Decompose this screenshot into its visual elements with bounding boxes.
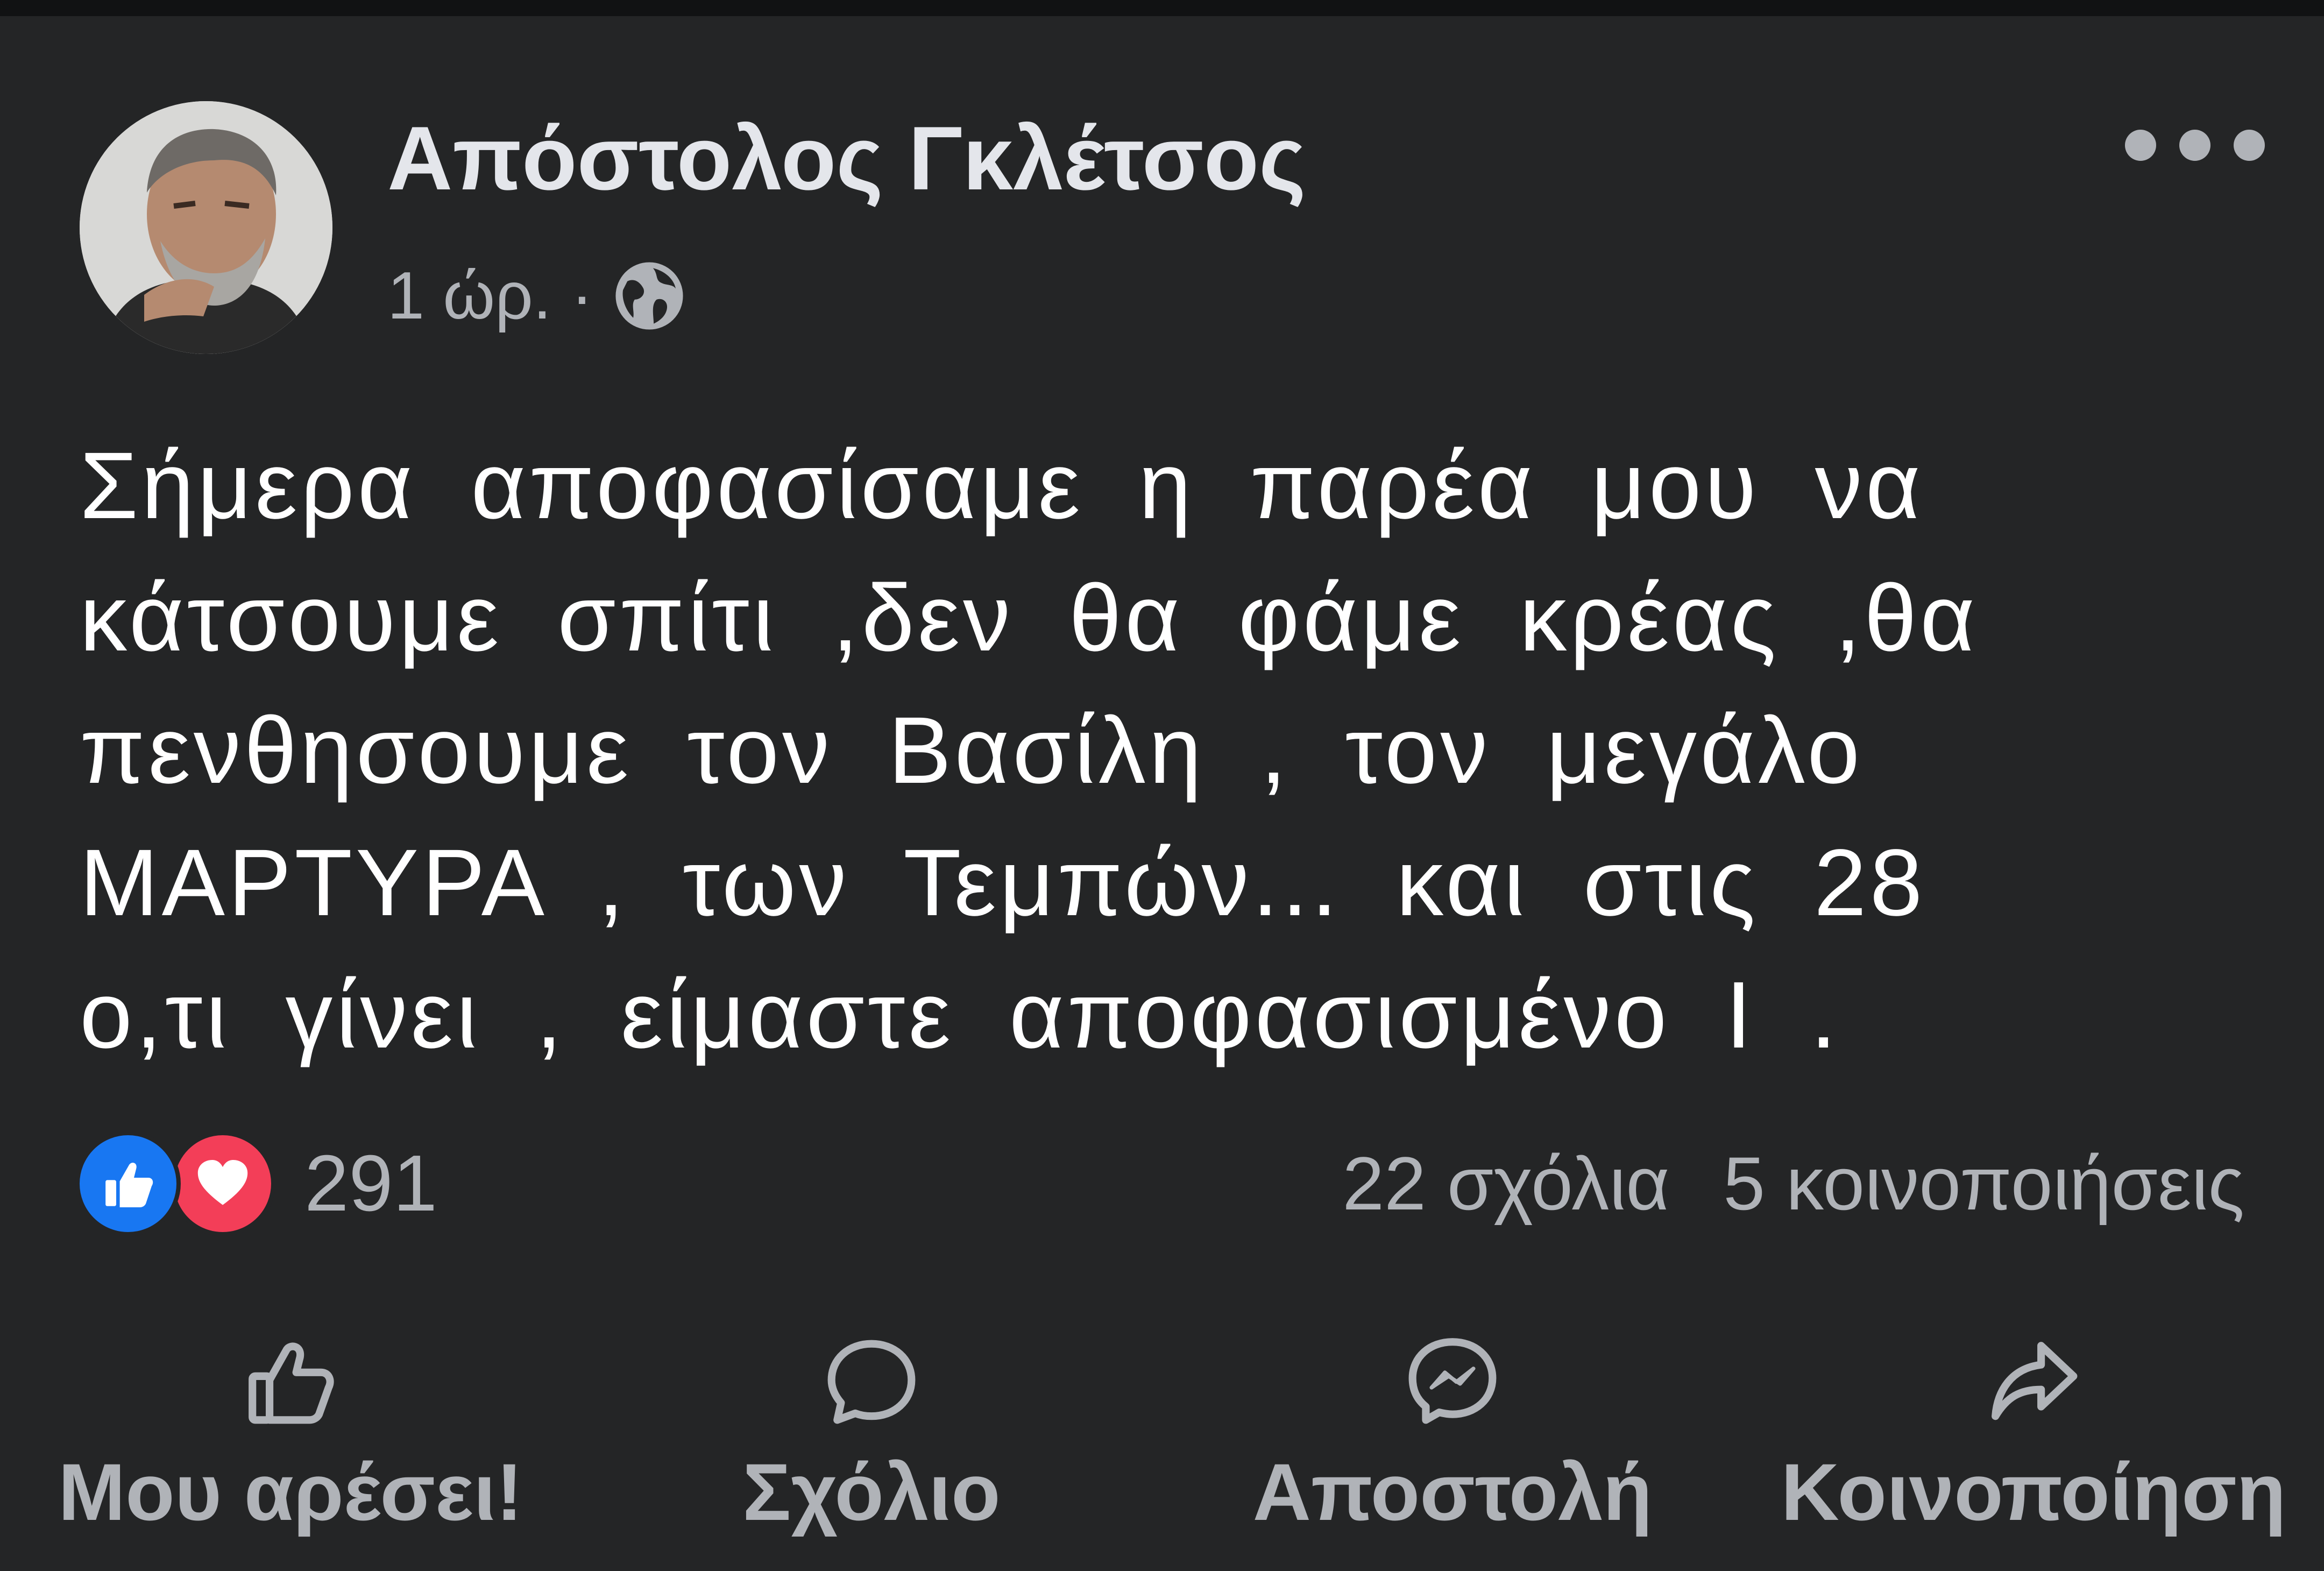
like-button[interactable]: Μου αρέσει! bbox=[0, 1313, 581, 1539]
globe-icon bbox=[615, 262, 683, 330]
reaction-count: 291 bbox=[304, 1139, 437, 1228]
post-action-bar: Μου αρέσει! Σχόλιο Αποστολή Κοινοποίηση bbox=[0, 1313, 2324, 1539]
post-stats: 22 σχόλια 5 κοινοποιήσεις bbox=[1342, 1135, 2244, 1232]
post-text-line: κάτσουμε σπίτι ,δεν θα φάμε κρέας ,θα bbox=[80, 565, 1978, 671]
post-timestamp[interactable]: 1 ώρ. bbox=[387, 258, 551, 334]
post-text-line: ΜΑΡΤΥΡΑ , των Τεμπών... και στις 28 bbox=[80, 830, 1926, 936]
post-text-line: ο,τι γίνει , είμαστε αποφασισμένο Ι . bbox=[80, 963, 1840, 1068]
send-button-label: Αποστολή bbox=[1252, 1447, 1653, 1537]
author-avatar[interactable] bbox=[80, 101, 332, 354]
post-text-line: Σήμερα αποφασίσαμε η παρέα μου να bbox=[80, 433, 1924, 539]
like-reaction-icon bbox=[75, 1131, 181, 1236]
post-meta: 1 ώρ. · bbox=[387, 258, 686, 334]
love-reaction-icon bbox=[170, 1131, 275, 1236]
post-text-line: πενθησουμε τον Βασίλη , τον μεγάλο bbox=[80, 698, 1864, 803]
comment-button[interactable]: Σχόλιο bbox=[581, 1313, 1162, 1539]
window-top-edge bbox=[0, 0, 2324, 16]
share-button-label: Κοινοποίηση bbox=[1781, 1447, 2286, 1537]
like-button-label: Μου αρέσει! bbox=[58, 1447, 523, 1537]
more-dot-icon bbox=[2234, 130, 2265, 161]
meta-separator: · bbox=[571, 259, 593, 333]
more-dot-icon bbox=[2179, 130, 2210, 161]
post-body: Σήμερα αποφασίσαμε η παρέα μου να κάτσου… bbox=[80, 420, 2258, 1081]
thumbs-up-icon bbox=[249, 1342, 334, 1424]
share-arrow-icon bbox=[1992, 1342, 2078, 1420]
reactions-summary[interactable]: 291 bbox=[75, 1130, 437, 1237]
comment-bubble-icon bbox=[827, 1340, 916, 1424]
post-author-name[interactable]: Απόστολος Γκλέτσος bbox=[387, 113, 1306, 203]
shares-count-link[interactable]: 5 κοινοποιήσεις bbox=[1723, 1140, 2244, 1227]
comments-count-link[interactable]: 22 σχόλια bbox=[1342, 1140, 1669, 1227]
send-button[interactable]: Αποστολή bbox=[1162, 1313, 1743, 1539]
messenger-icon bbox=[1408, 1338, 1497, 1424]
more-dot-icon bbox=[2125, 130, 2156, 161]
avatar-portrait-image bbox=[80, 101, 332, 354]
share-button[interactable]: Κοινοποίηση bbox=[1743, 1313, 2324, 1539]
comment-button-label: Σχόλιο bbox=[742, 1447, 1001, 1537]
more-options-button[interactable] bbox=[2125, 124, 2265, 167]
